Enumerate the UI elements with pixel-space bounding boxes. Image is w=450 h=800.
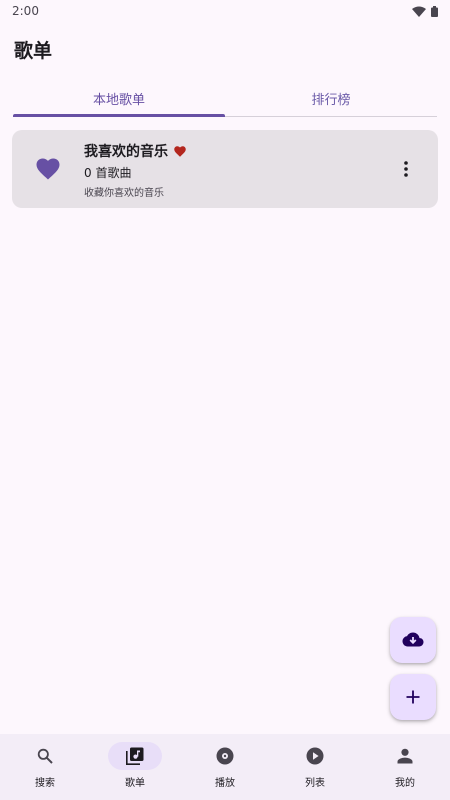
status-bar: 2:00	[0, 0, 450, 22]
playlist-title-row: 我喜欢的音乐	[84, 141, 384, 161]
tab-local-playlists[interactable]: 本地歌单	[13, 80, 225, 117]
nav-item-list[interactable]: 列表	[270, 734, 360, 800]
tab-charts[interactable]: 排行榜	[225, 80, 437, 116]
playlist-icon	[126, 747, 144, 765]
favorite-heart-icon	[174, 145, 186, 157]
nav-icon-container	[288, 742, 342, 770]
playlist-cover	[12, 130, 84, 208]
tab-label: 本地歌单	[92, 92, 145, 108]
add-icon	[406, 690, 420, 704]
heart-icon	[36, 158, 60, 180]
play-circle-icon	[306, 747, 324, 765]
nav-label: 列表	[305, 778, 325, 789]
nav-icon-container	[18, 742, 72, 770]
nav-label: 播放	[215, 778, 235, 789]
status-time: 2:00	[12, 4, 39, 18]
search-icon	[37, 748, 53, 764]
status-icons	[412, 5, 438, 17]
person-icon	[397, 748, 413, 764]
tab-bar: 本地歌单 排行榜	[13, 80, 437, 117]
battery-icon	[431, 5, 438, 17]
disc-icon	[216, 747, 234, 765]
nav-item-playlist[interactable]: 歌单	[90, 734, 180, 800]
playlist-title: 我喜欢的音乐	[84, 144, 168, 160]
wifi-icon	[412, 6, 426, 17]
cloud-download-button[interactable]	[390, 617, 436, 663]
add-playlist-button[interactable]	[390, 674, 436, 720]
nav-icon-container	[198, 742, 252, 770]
playlist-description: 收藏你喜欢的音乐	[84, 188, 164, 199]
nav-label: 歌单	[125, 778, 145, 789]
cloud-download-icon	[402, 632, 424, 647]
playlist-card[interactable]: 我喜欢的音乐 0 首歌曲 收藏你喜欢的音乐	[12, 130, 438, 208]
tab-label: 排行榜	[311, 92, 351, 108]
nav-item-play[interactable]: 播放	[180, 734, 270, 800]
nav-item-search[interactable]: 搜索	[0, 734, 90, 800]
page-title: 歌单	[14, 40, 53, 62]
nav-item-mine[interactable]: 我的	[360, 734, 450, 800]
bottom-navigation: 搜索 歌单 播放 列表 我的	[0, 734, 450, 800]
nav-icon-container	[108, 742, 162, 770]
nav-label: 搜索	[35, 778, 55, 789]
nav-icon-container	[378, 742, 432, 770]
more-vert-icon	[404, 161, 408, 177]
nav-label: 我的	[395, 778, 415, 789]
more-options-button[interactable]	[384, 147, 428, 191]
playlist-info: 我喜欢的音乐 0 首歌曲 收藏你喜欢的音乐	[84, 139, 384, 199]
playlist-song-count: 0 首歌曲	[84, 166, 132, 180]
